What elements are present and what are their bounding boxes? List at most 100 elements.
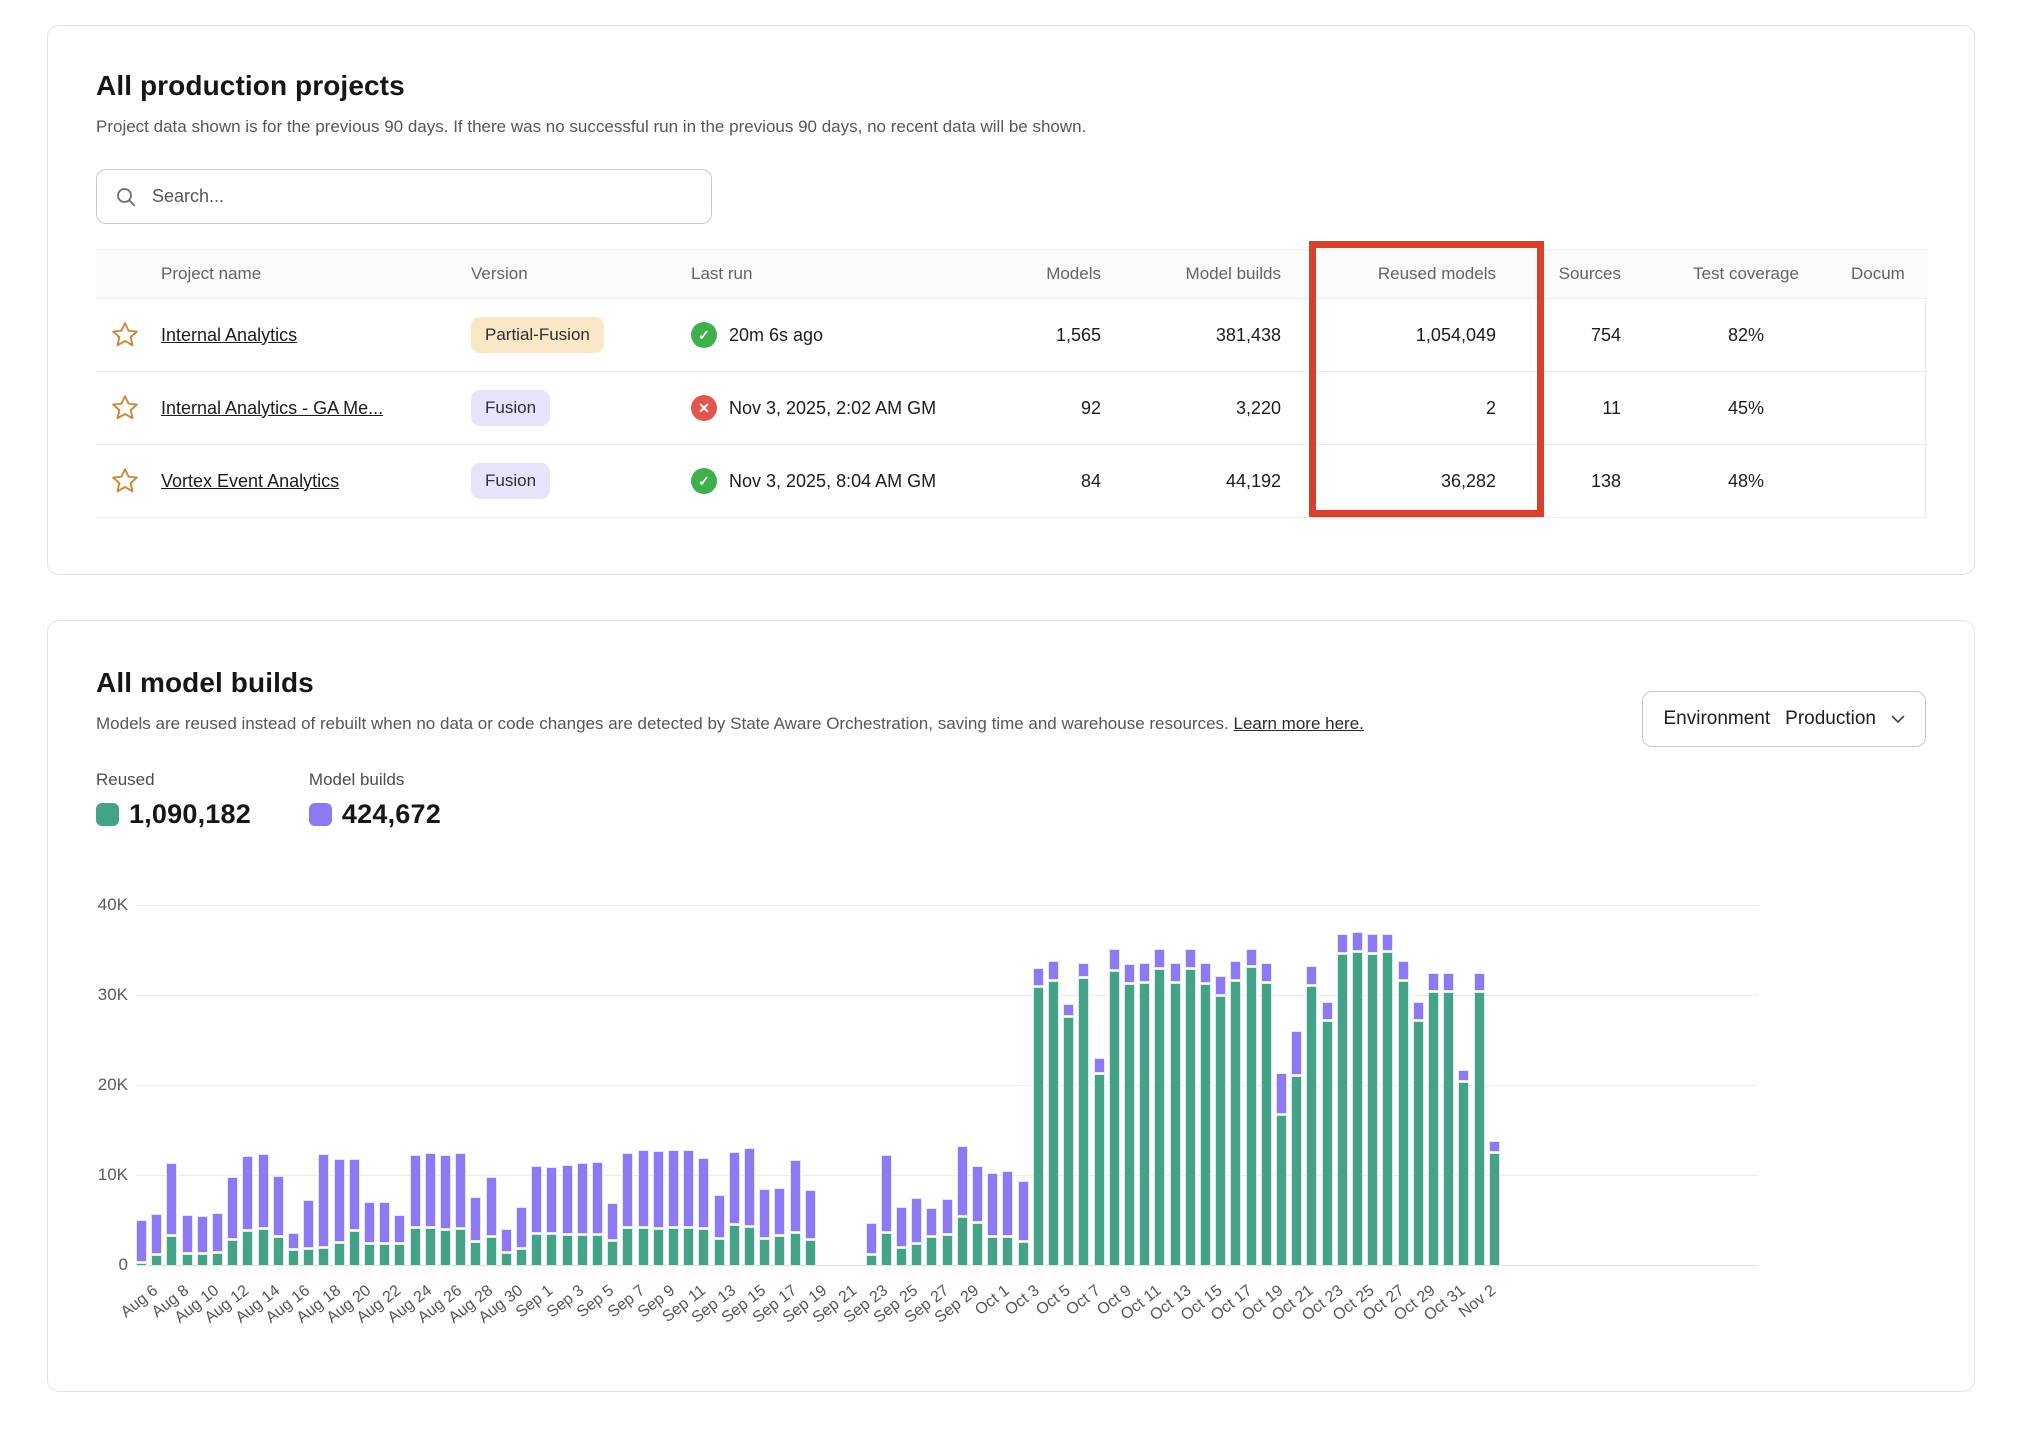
reused-segment [698,1229,709,1266]
reused-segment [1094,1074,1105,1266]
builds-segment [1170,963,1181,982]
environment-dropdown[interactable]: Environment Production [1642,691,1926,747]
reused-segment [1185,969,1196,1266]
bar-aug-10 [197,906,208,1266]
builds-segment [926,1208,937,1236]
builds-segment [911,1198,922,1244]
bar-aug-8 [166,906,177,1266]
reused-segment [212,1253,223,1267]
reused-segment [440,1230,451,1266]
reused-segment [531,1234,542,1266]
builds-segment [1154,949,1165,968]
favorite-star-button[interactable] [106,316,144,354]
column-header-sources: Sources [1526,250,1651,299]
reused-segment [759,1239,770,1266]
reused-segment [1154,969,1165,1266]
sources-cell: 754 [1526,299,1651,372]
builds-segment [1428,973,1439,992]
reused-segment [288,1250,299,1266]
learn-more-link[interactable]: Learn more here. [1233,714,1363,733]
bar-oct-31 [1443,906,1454,1266]
reused-segment [1443,992,1454,1266]
project-name-link[interactable]: Vortex Event Analytics [161,471,339,491]
bar-sep-14 [729,906,740,1266]
reused-segment [668,1228,679,1266]
y-axis-label: 0 [90,1255,128,1275]
reused-segment [607,1241,618,1266]
builds-segment [1489,1141,1500,1152]
reused-segment [714,1239,725,1266]
bar-aug-15 [273,906,284,1266]
reused-segment [896,1248,907,1266]
reused-segment [1033,987,1044,1266]
bar-aug-11 [212,906,223,1266]
favorite-star-button[interactable] [106,462,144,500]
projects-subtitle: Project data shown is for the previous 9… [96,115,1926,139]
builds-segment [1246,949,1257,966]
builds-segment [668,1150,679,1227]
reused-segment [394,1244,405,1267]
builds-segment [957,1146,968,1216]
sources-cell: 138 [1526,445,1651,518]
reused-segment [546,1234,557,1266]
builds-segment [318,1154,329,1247]
reused-segment [1139,983,1150,1267]
reused-segment [926,1237,937,1266]
bar-aug-26 [440,906,451,1266]
bar-sep-3 [562,906,573,1266]
builds-segment [1048,961,1059,980]
bar-oct-18 [1246,906,1257,1266]
bar-aug-13 [242,906,253,1266]
model-builds-cell: 44,192 [1131,445,1311,518]
bar-aug-24 [410,906,421,1266]
builds-segment [1018,1181,1029,1240]
project-name-link[interactable]: Internal Analytics [161,325,297,345]
builds-segment [136,1220,147,1262]
builds-segment [349,1159,360,1230]
last-run-text: Nov 3, 2025, 8:04 AM GM [729,471,936,492]
builds-segment [1458,1070,1469,1082]
project-name-link[interactable]: Internal Analytics - GA Me... [161,398,383,418]
builds-segment [501,1229,512,1252]
builds-segment [1215,976,1226,995]
reused-segment [729,1225,740,1266]
favorite-star-button[interactable] [106,389,144,427]
search-input[interactable] [150,185,693,208]
builds-segment [683,1150,694,1227]
bar-sep-12 [698,906,709,1266]
reused-segment [1337,954,1348,1266]
bar-oct-24 [1337,906,1348,1266]
bar-sep-7 [622,906,633,1266]
bar-oct-23 [1322,906,1333,1266]
legend-reused-label: Reused [96,770,251,790]
builds-segment [1094,1058,1105,1073]
reused-segment [379,1244,390,1267]
bar-oct-21 [1291,906,1302,1266]
builds-segment [440,1155,451,1229]
bar-sep-10 [668,906,679,1266]
builds-segment [881,1155,892,1232]
reused-segment [683,1228,694,1266]
builds-segment [470,1197,481,1241]
table-row: Internal AnalyticsPartial-Fusion✓20m 6s … [96,299,1928,372]
bar-sep-30 [972,906,983,1266]
builds-segment [242,1156,253,1230]
builds-segment [866,1223,877,1255]
builds-segment [942,1199,953,1234]
reused-segment [364,1244,375,1267]
documentation-cell [1841,299,1928,372]
reused-segment [1276,1115,1287,1266]
builds-segment [729,1152,740,1224]
search-box[interactable] [96,169,712,224]
builds-segment [1139,963,1150,982]
column-header-reused-models: Reused models [1311,250,1526,299]
reused-segment [942,1235,953,1266]
version-badge: Partial-Fusion [471,317,604,353]
builds-segment [1002,1171,1013,1237]
builds-segment [1306,966,1317,985]
environment-value: Production [1785,708,1876,730]
bar-oct-4 [1033,906,1044,1266]
column-header-test-coverage: Test coverage [1651,250,1841,299]
reused-segment [1458,1082,1469,1266]
reused-segment [622,1228,633,1266]
